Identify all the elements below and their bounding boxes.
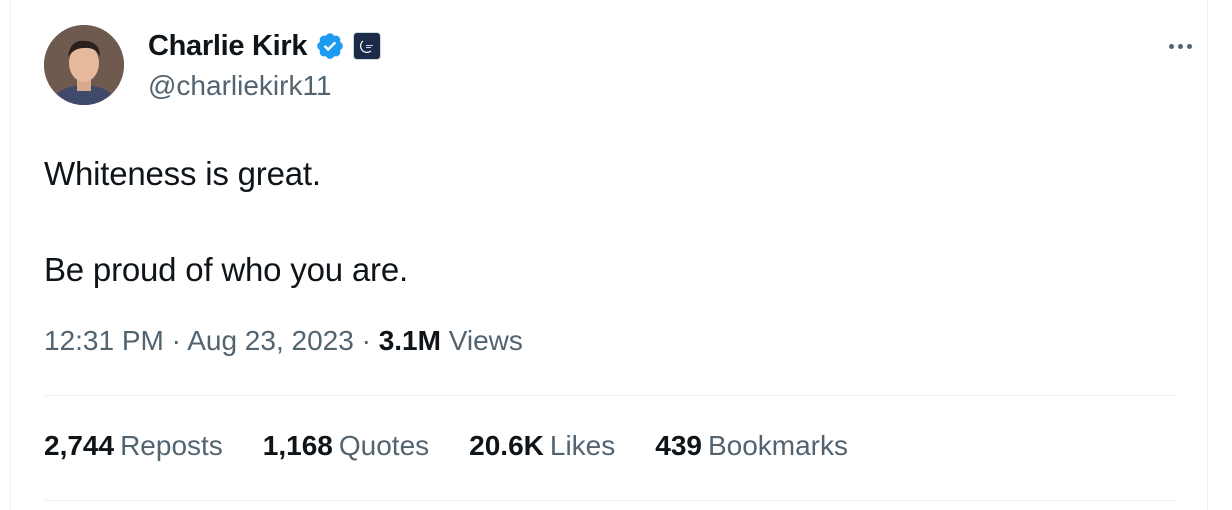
- more-dot: [1168, 43, 1174, 49]
- quotes-stat[interactable]: 1,168 Quotes: [263, 430, 429, 462]
- quotes-count: 1,168: [262, 430, 333, 461]
- tweet-date[interactable]: Aug 23, 2023: [187, 325, 354, 356]
- affiliate-logo-icon: [360, 40, 374, 53]
- bookmarks-label: Bookmarks: [707, 430, 849, 461]
- quotes-label: Quotes: [338, 430, 430, 461]
- reposts-stat[interactable]: 2,744 Reposts: [44, 430, 223, 462]
- tweet-text: Whiteness is great. Be proud of who you …: [44, 150, 408, 294]
- reposts-label: Reposts: [120, 430, 223, 461]
- tweet-meta: 12:31 PM · Aug 23, 2023 · 3.1M Views: [44, 325, 523, 357]
- meta-separator: ·: [171, 325, 181, 356]
- author-handle[interactable]: @charliekirk11: [148, 70, 332, 102]
- author-name-row: Charlie Kirk: [148, 28, 382, 64]
- more-dot: [1186, 43, 1192, 49]
- tweet-time[interactable]: 12:31 PM: [44, 325, 164, 356]
- likes-label: Likes: [549, 430, 616, 461]
- tweet-paragraph: Whiteness is great.: [44, 155, 321, 192]
- bookmarks-stat[interactable]: 439 Bookmarks: [655, 430, 848, 462]
- views-label: Views: [448, 325, 523, 356]
- bookmarks-count: 439: [655, 430, 702, 461]
- more-dot: [1177, 43, 1183, 49]
- avatar[interactable]: [44, 25, 124, 105]
- likes-count: 20.6K: [469, 430, 544, 461]
- divider: [44, 395, 1176, 396]
- engagement-stats: 2,744 Reposts 1,168 Quotes 20.6K Likes 439 B…: [44, 430, 848, 462]
- avatar-photo: [44, 25, 124, 105]
- divider: [44, 500, 1176, 501]
- verified-badge-icon[interactable]: [315, 31, 345, 61]
- author-display-name[interactable]: Charlie Kirk: [148, 30, 307, 63]
- affiliate-org-logo[interactable]: [353, 32, 382, 60]
- tweet-paragraph: Be proud of who you are.: [44, 251, 408, 288]
- more-options-icon[interactable]: [1160, 30, 1200, 62]
- reposts-count: 2,744: [44, 430, 115, 461]
- views-count: 3.1M: [378, 325, 441, 356]
- likes-stat[interactable]: 20.6K Likes: [469, 430, 615, 462]
- meta-separator: ·: [361, 325, 371, 356]
